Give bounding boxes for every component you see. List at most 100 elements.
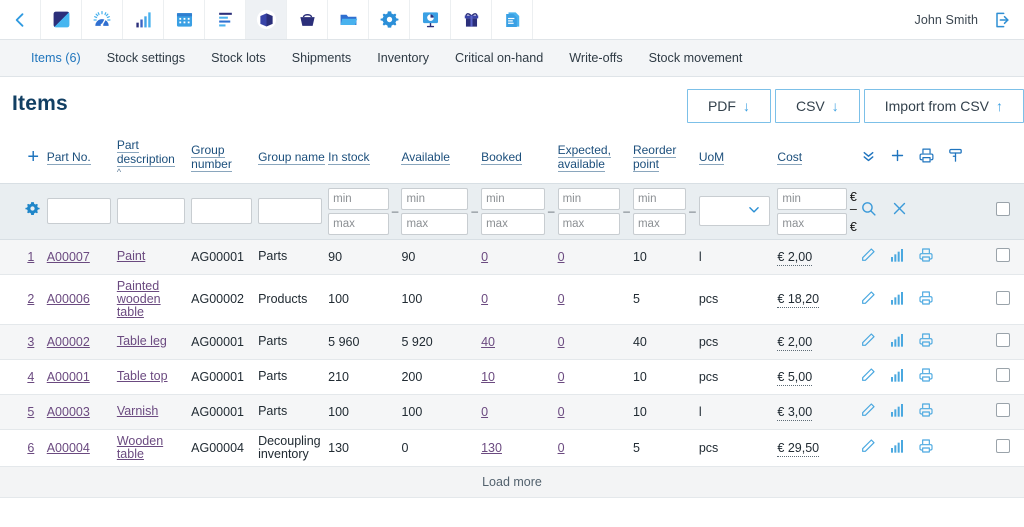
part-description-link[interactable]: Painted wooden table: [117, 279, 161, 319]
part-description-link[interactable]: Table top: [117, 369, 168, 383]
expected-available-link[interactable]: 0: [558, 250, 565, 264]
row-checkbox[interactable]: [996, 333, 1011, 347]
pdf-export-button[interactable]: PDF ↓: [686, 89, 771, 123]
filter-booked-min-input[interactable]: [481, 187, 545, 210]
cost-value[interactable]: € 2,00: [777, 249, 813, 266]
gift-icon-button[interactable]: [451, 0, 492, 39]
header-available[interactable]: Available: [401, 131, 481, 183]
header-part-description[interactable]: Part description ^: [116, 131, 191, 183]
csv-export-button[interactable]: CSV ↓: [774, 89, 860, 123]
part-description-link[interactable]: Table leg: [117, 334, 167, 348]
part-no-link[interactable]: A00003: [47, 405, 90, 419]
tab-stock-lots[interactable]: Stock lots: [198, 51, 279, 65]
cost-value[interactable]: € 18,20: [777, 292, 820, 308]
back-chevron-icon-button[interactable]: [0, 0, 41, 39]
expected-available-link[interactable]: 0: [558, 405, 565, 419]
row-checkbox[interactable]: [996, 403, 1011, 417]
print-label-icon[interactable]: [918, 332, 934, 351]
part-no-link[interactable]: A00007: [47, 250, 90, 264]
presentation-chart-icon-button[interactable]: [410, 0, 451, 39]
table-row[interactable]: 3 A00002 Table leg AG00001 Parts 5 960 5…: [0, 324, 1024, 360]
cost-value[interactable]: € 29,50: [777, 440, 820, 457]
header-group-name[interactable]: Group name: [258, 131, 328, 183]
filter-in-stock-min-input[interactable]: [328, 187, 389, 210]
part-description-link[interactable]: Varnish: [117, 404, 158, 418]
part-description-link[interactable]: Wooden table: [117, 434, 163, 461]
tasks-list-icon-button[interactable]: [205, 0, 246, 39]
printer-icon[interactable]: [918, 147, 935, 167]
select-all-checkbox[interactable]: [996, 201, 1011, 216]
table-row[interactable]: 6 A00004 Wooden table AG00004 Decoupling…: [0, 429, 1024, 467]
plus-icon[interactable]: [889, 147, 906, 167]
row-checkbox[interactable]: [996, 439, 1011, 453]
table-row[interactable]: 4 A00001 Table top AG00001 Parts 210 200…: [0, 359, 1024, 395]
row-number-link[interactable]: 5: [27, 405, 34, 419]
cost-value[interactable]: € 3,00: [777, 404, 813, 421]
expected-available-link[interactable]: 0: [558, 441, 565, 455]
edit-pencil-icon[interactable]: [860, 402, 876, 421]
edit-pencil-icon[interactable]: [860, 367, 876, 386]
tab-write-offs[interactable]: Write-offs: [556, 51, 635, 65]
basket-icon-button[interactable]: [287, 0, 328, 39]
clear-filter-x-icon[interactable]: [891, 200, 908, 222]
booked-link[interactable]: 0: [481, 405, 488, 419]
filter-available-min-input[interactable]: [401, 187, 469, 210]
cost-value[interactable]: € 5,00: [777, 369, 813, 386]
booked-link[interactable]: 10: [481, 370, 495, 384]
print-label-icon[interactable]: [918, 247, 934, 266]
header-cost[interactable]: Cost: [777, 131, 860, 183]
header-expected-available[interactable]: Expected, available: [557, 131, 633, 183]
edit-pencil-icon[interactable]: [860, 247, 876, 266]
load-more-row[interactable]: Load more: [0, 466, 1024, 498]
filter-reorder-point-min-input[interactable]: [632, 187, 687, 210]
stock-chart-icon[interactable]: [889, 332, 905, 351]
dashboard-square-icon-button[interactable]: [41, 0, 82, 39]
filter-part-no-input[interactable]: [46, 198, 111, 224]
gauge-icon-button[interactable]: [82, 0, 123, 39]
filter-expected-available-min-input[interactable]: [557, 187, 621, 210]
stock-chart-icon[interactable]: [889, 247, 905, 266]
edit-pencil-icon[interactable]: [860, 332, 876, 351]
filter-settings-button[interactable]: [23, 182, 47, 240]
row-checkbox[interactable]: [996, 290, 1011, 305]
bar-chart-icon-button[interactable]: [123, 0, 164, 39]
filter-booked-max-input[interactable]: [481, 212, 545, 235]
edit-pencil-icon[interactable]: [860, 290, 876, 309]
filter-cost-max-input[interactable]: [777, 212, 847, 235]
booked-link[interactable]: 130: [481, 441, 502, 455]
tab-inventory[interactable]: Inventory: [364, 51, 442, 65]
row-checkbox[interactable]: [996, 368, 1011, 382]
import-from-csv-button[interactable]: Import from CSV ↑: [863, 89, 1024, 123]
filter-expected-available-max-input[interactable]: [557, 212, 621, 235]
tab-stock-settings[interactable]: Stock settings: [94, 51, 198, 65]
row-number-link[interactable]: 1: [27, 250, 34, 264]
expected-available-link[interactable]: 0: [558, 370, 565, 384]
stock-chart-icon[interactable]: [889, 367, 905, 386]
add-row-header-button[interactable]: +: [23, 131, 46, 183]
part-no-link[interactable]: A00001: [47, 370, 90, 384]
row-number-link[interactable]: 3: [27, 335, 34, 349]
filter-part-description-input[interactable]: [116, 198, 186, 224]
tab-shipments[interactable]: Shipments: [279, 51, 365, 65]
tab-items[interactable]: Items (6): [18, 51, 94, 65]
table-row[interactable]: 2 A00006 Painted wooden table AG00002 Pr…: [0, 274, 1024, 325]
print-label-icon[interactable]: [918, 367, 934, 386]
print-label-icon[interactable]: [918, 438, 934, 457]
part-description-link[interactable]: Paint: [117, 249, 146, 263]
print-label-icon[interactable]: [918, 290, 934, 309]
stock-chart-icon[interactable]: [889, 290, 905, 309]
tab-critical-on-hand[interactable]: Critical on-hand: [442, 51, 556, 65]
load-more-button[interactable]: Load more: [0, 466, 1024, 498]
filter-in-stock-max-input[interactable]: [328, 212, 389, 235]
filter-group-number-input[interactable]: [191, 198, 253, 224]
part-no-link[interactable]: A00004: [47, 441, 90, 455]
column-filter-icon[interactable]: [947, 147, 964, 167]
search-icon[interactable]: [860, 200, 877, 222]
row-number-link[interactable]: 2: [27, 292, 34, 306]
expected-available-link[interactable]: 0: [558, 292, 565, 306]
filter-cost-min-input[interactable]: [777, 187, 847, 210]
logout-icon[interactable]: [992, 10, 1012, 30]
row-number-link[interactable]: 4: [27, 370, 34, 384]
tab-stock-movement[interactable]: Stock movement: [636, 51, 756, 65]
header-in-stock[interactable]: In stock: [328, 131, 401, 183]
